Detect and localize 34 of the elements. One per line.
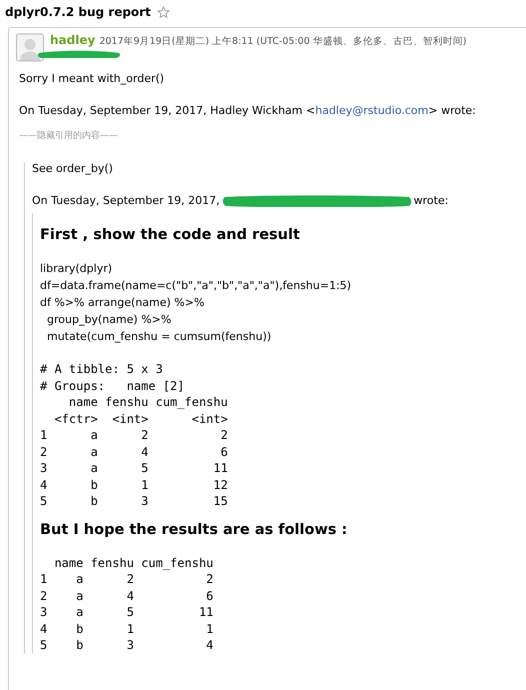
output-line: 3 a 5 11	[40, 604, 214, 620]
output-line: 3 a 5 11	[40, 460, 228, 476]
output-line: 5 b 3 4	[40, 637, 214, 654]
hidden-quote-toggle[interactable]: ——隐藏引用的内容——	[19, 129, 526, 142]
output-line: 5 b 3 15	[40, 493, 228, 510]
email-link[interactable]: hadley@rstudio.com	[315, 104, 428, 117]
code-line: df=data.frame(name=c("b","a","b","a","a"),fenshu=1:5)	[40, 278, 352, 294]
code-line: group_by(name) %>%	[46, 312, 172, 328]
output-line: <fctr> <int> <int>	[53, 410, 228, 427]
output-line: 1 a 2 2	[40, 427, 228, 444]
code-line: df %>% arrange(name) %>%	[40, 295, 204, 311]
reply-text: Sorry I meant with_order()	[19, 72, 166, 85]
output-line: # Groups: name [2]	[40, 378, 184, 394]
output-line: 2 a 4 6	[40, 444, 228, 460]
output-line: 4 b 1 12	[40, 476, 228, 493]
attribution-text: On Tuesday, September 19, 2017,	[32, 194, 220, 207]
attribution-line: On Tuesday, September 19, 2017, Hadley Wickham <hadley@rstudio.com> wrote:	[19, 104, 477, 117]
output-line: # A tibble: 5 x 3	[40, 361, 163, 378]
star-icon[interactable]	[156, 6, 170, 18]
section-heading: But I hope the results are as follows :	[40, 522, 348, 538]
section-heading: First , show the code and result	[40, 227, 301, 243]
code-line: library(dplyr)	[40, 261, 112, 277]
output-line: name fenshu cum_fenshu	[68, 394, 228, 410]
message-date: 2017年9月19日(星期二) 上午8:11 (UTC-05:00 华盛顿、多伦多、古巴、智利时间)	[99, 35, 466, 48]
attribution-text: wrote:	[414, 194, 448, 207]
avatar-icon	[16, 33, 44, 62]
quote-text: See order_by()	[32, 162, 114, 175]
email-subject: dplyr0.7.2 bug report	[5, 5, 151, 19]
output-line: 2 a 4 6	[40, 588, 214, 604]
output-line: 1 a 2 2	[40, 571, 214, 588]
code-line: mutate(cum_fenshu = cumsum(fenshu))	[46, 329, 272, 345]
sender-name[interactable]: hadley	[50, 33, 96, 47]
output-line: name fenshu cum_fenshu	[53, 554, 214, 571]
output-line: 4 b 1 1	[40, 620, 214, 637]
